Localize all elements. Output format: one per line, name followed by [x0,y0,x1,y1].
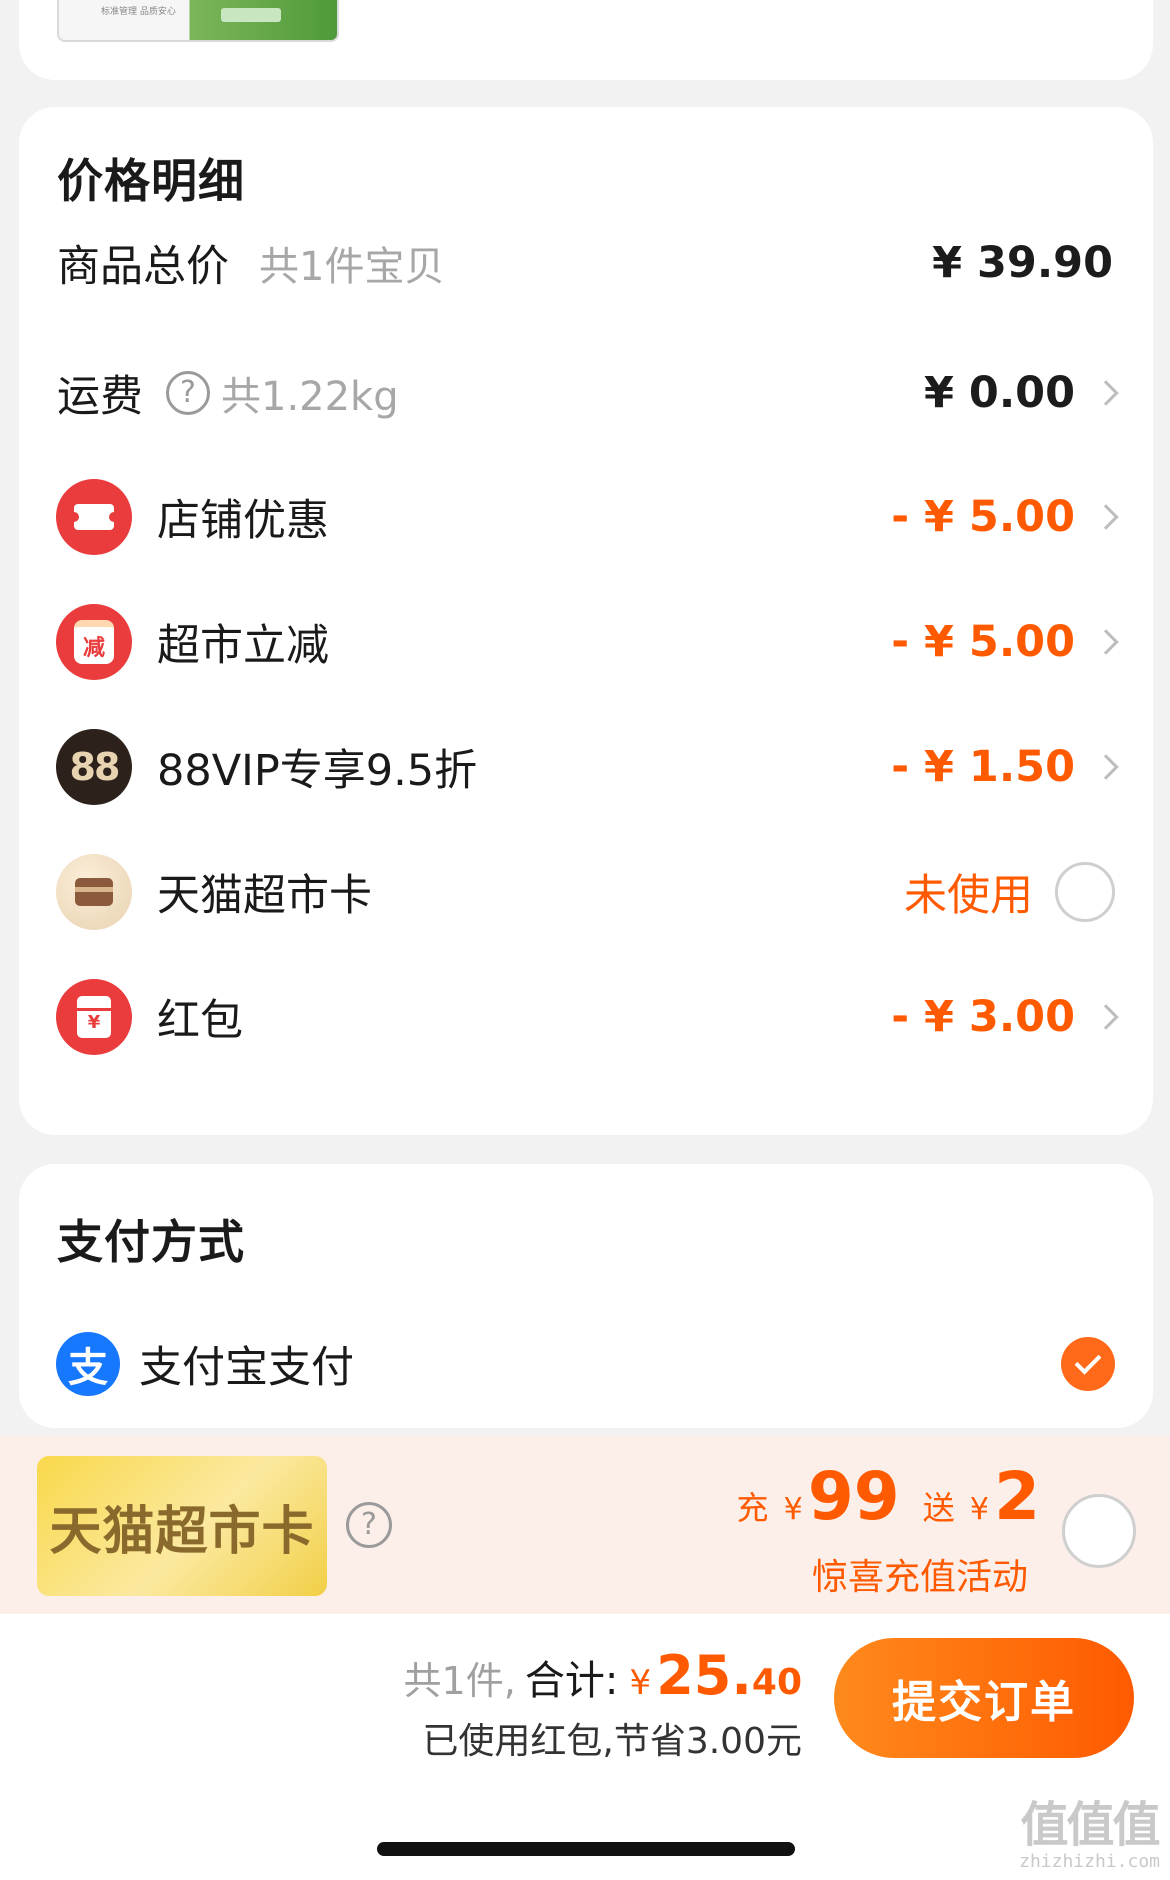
price-detail-card: 价格明细 商品总价 共1件宝贝 ¥ 39.90 运费 ? 共1.22kg ¥ 0… [19,107,1153,1135]
home-indicator[interactable] [377,1842,795,1856]
supermarket-card-badge[interactable]: 天猫超市卡 [37,1456,327,1596]
recharge-offer: 充 ¥ 99 送 ¥ 2 [737,1458,1040,1535]
discount-label: 红包 [157,996,243,1046]
supermarket-card-row[interactable]: 天猫超市卡 未使用 [19,842,1153,942]
watermark-url: zhizhizhi.com [1019,1851,1160,1872]
jian-glyph: 减 [74,620,114,664]
shipping-note: 共1.22kg [221,374,399,420]
88vip-icon: 88 [56,729,132,805]
submit-order-button[interactable]: 提交订单 [834,1638,1134,1758]
supermarket-card-label: 天猫超市卡 [157,871,372,921]
ticket-icon [56,479,132,555]
recharge-promo-bar: 天猫超市卡 ? 充 ¥ 99 送 ¥ 2 惊喜充值活动 [0,1436,1170,1614]
watermark-logo: 值值值 [1020,1797,1161,1853]
subtotal-note: 共1件宝贝 [259,244,445,290]
total-amount-integer: 25. [656,1644,752,1707]
payment-method-title: 支付方式 [57,1215,245,1269]
supermarket-card-badge-label: 天猫超市卡 [49,1501,315,1562]
thumbnail-strip [221,8,281,22]
88vip-glyph: 88 [69,745,121,789]
discount-label: 88VIP专享9.5折 [157,746,478,796]
total-amount-decimal: 40 [751,1662,802,1703]
card-icon [56,854,132,930]
item-count: 共1件, [403,1659,516,1703]
price-detail-title: 价格明细 [57,154,245,208]
shipping-row[interactable]: 运费 ? 共1.22kg ¥ 0.00 [19,343,1153,443]
discount-label: 超市立减 [157,621,329,671]
supermarket-card-radio[interactable] [1055,862,1115,922]
discount-amount: - ¥ 1.50 [891,742,1075,792]
discount-amount: - ¥ 5.00 [891,492,1075,542]
red-envelope-glyph: ¥ [77,996,111,1038]
chevron-right-icon [1093,629,1119,655]
discount-row-red-envelope[interactable]: ¥ 红包 - ¥ 3.00 [19,967,1153,1067]
alipay-row[interactable]: 支 支付宝支付 [19,1314,1153,1414]
chevron-right-icon [1093,754,1119,780]
total-label: 合计: [524,1658,619,1704]
shipping-amount: ¥ 0.00 [924,368,1075,418]
discount-amount: - ¥ 5.00 [891,617,1075,667]
gift-prefix: 送 [922,1489,955,1527]
supermarket-card-status: 未使用 [904,871,1033,921]
discount-row-supermarket[interactable]: 减 超市立减 - ¥ 5.00 [19,592,1153,692]
total-line: 共1件, 合计: ¥ 25.40 [404,1644,802,1707]
chevron-right-icon [1093,1004,1119,1030]
gift-currency: ¥ [969,1492,989,1527]
discount-row-88vip[interactable]: 88 88VIP专享9.5折 - ¥ 1.50 [19,717,1153,817]
charge-prefix: 充 [736,1489,769,1527]
checkmark-icon[interactable] [1061,1337,1115,1391]
promo-radio[interactable] [1062,1494,1136,1568]
product-thumbnail[interactable]: 标准管理 品质安心 [57,0,339,42]
chevron-right-icon [1093,380,1119,406]
charge-currency: ¥ [783,1492,803,1527]
alipay-icon: 支 [56,1332,120,1396]
subtotal-amount: ¥ 39.90 [932,238,1113,288]
chevron-right-icon [1093,504,1119,530]
charge-amount: 99 [807,1458,900,1535]
savings-note: 已使用红包,节省3.00元 [422,1721,802,1762]
jian-icon: 减 [56,604,132,680]
gift-amount: 2 [994,1458,1040,1535]
discount-label: 店铺优惠 [157,496,329,546]
red-envelope-icon: ¥ [56,979,132,1055]
watermark: 值值值 zhizhizhi.com [1019,1799,1160,1872]
total-currency: ¥ [629,1663,652,1703]
promo-subtitle: 惊喜充值活动 [811,1557,1028,1598]
shipping-label: 运费 [57,372,143,422]
help-icon[interactable]: ? [166,371,210,415]
subtotal-row: 商品总价 共1件宝贝 ¥ 39.90 [19,213,1153,313]
help-icon[interactable]: ? [346,1502,392,1548]
subtotal-label: 商品总价 [57,242,229,292]
checkout-bar: 共1件, 合计: ¥ 25.40 已使用红包,节省3.00元 提交订单 值值值 … [0,1614,1170,1880]
thumbnail-caption: 标准管理 品质安心 [101,7,176,17]
discount-row-shop[interactable]: 店铺优惠 - ¥ 5.00 [19,467,1153,567]
alipay-label: 支付宝支付 [139,1343,354,1393]
product-card: 标准管理 品质安心 [19,0,1153,80]
discount-amount: - ¥ 3.00 [891,992,1075,1042]
payment-method-card: 支付方式 支 支付宝支付 [19,1164,1153,1428]
